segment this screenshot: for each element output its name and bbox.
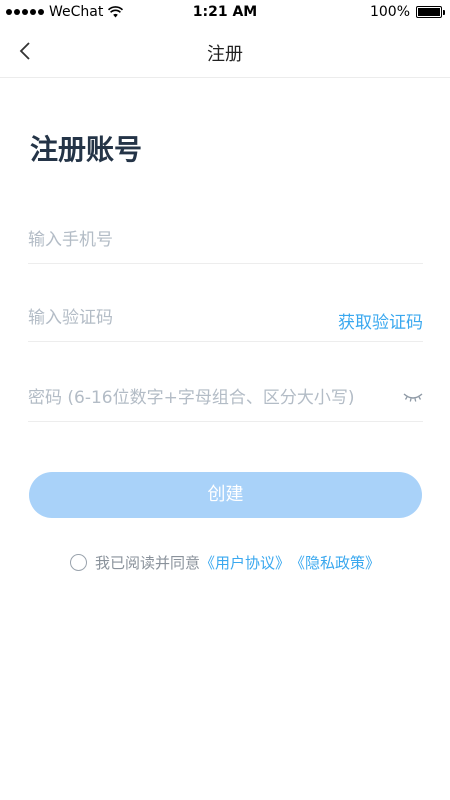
privacy-policy-link[interactable]: 《隐私政策》 [290, 552, 380, 573]
password-input[interactable] [28, 378, 388, 418]
nav-bar: 注册 [0, 24, 450, 78]
eye-closed-icon[interactable] [403, 390, 423, 404]
create-button[interactable]: 创建 [29, 472, 422, 518]
get-code-button[interactable]: 获取验证码 [338, 308, 423, 333]
status-bar: WeChat 1:21 AM 100% [0, 0, 450, 24]
battery-percent: 100% [369, 4, 410, 20]
agreement-text: 我已阅读并同意 [94, 554, 200, 572]
phone-field [28, 220, 423, 264]
page-title: 注册账号 [30, 133, 143, 166]
user-agreement-link[interactable]: 《用户协议》 [200, 552, 290, 573]
agreement-row: 我已阅读并同意 《用户协议》 《隐私政策》 [0, 552, 450, 573]
password-field [28, 378, 423, 422]
verification-code-input[interactable] [28, 298, 318, 338]
battery-icon [416, 6, 445, 18]
nav-title: 注册 [207, 44, 243, 65]
agree-checkbox[interactable] [69, 554, 87, 571]
code-field: 获取验证码 [28, 298, 423, 342]
status-right: 100% [369, 4, 445, 20]
phone-input[interactable] [28, 220, 423, 260]
